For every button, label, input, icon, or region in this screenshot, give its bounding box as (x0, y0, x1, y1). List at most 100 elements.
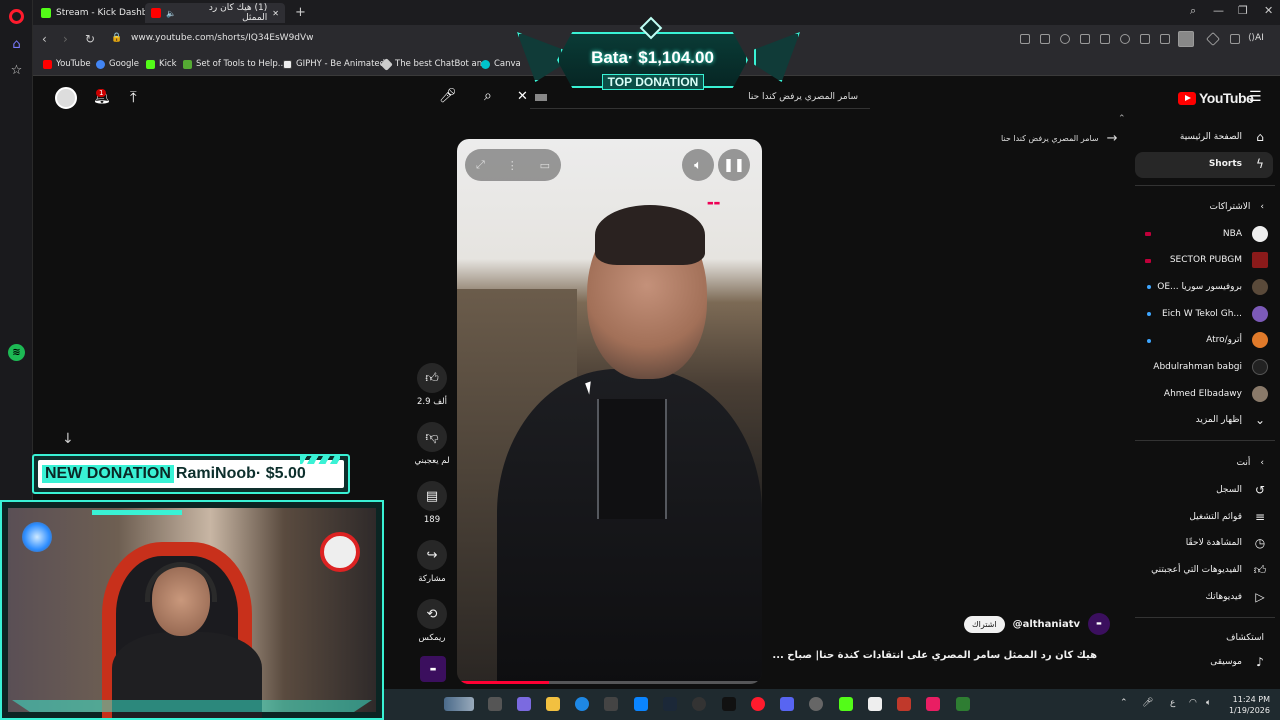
sidebar-item-ahmed-elbadawy[interactable]: Ahmed Elbadawy (1164, 382, 1268, 406)
outlook-icon[interactable] (634, 697, 648, 711)
subscriptions-header[interactable]: الاشتراكات ‹ (1210, 195, 1264, 219)
sidebar-item-watch-later[interactable]: المشاهدة لاحقًا ◷ (1186, 531, 1268, 555)
remix-button[interactable]: ⟲ ريمكس (412, 599, 452, 643)
cube-icon[interactable] (1230, 34, 1240, 44)
diamond-icon[interactable] (1205, 31, 1221, 47)
sidebar-item-atro[interactable]: Atro/أترو (1206, 328, 1268, 352)
tab-close-icon[interactable]: ✕ (272, 9, 279, 18)
scroll-up-icon[interactable]: ⌃ (1118, 114, 1126, 124)
video-title[interactable]: هيك كان رد الممثل سامر المصري على انتقاد… (772, 650, 1097, 661)
more-options-icon[interactable]: ⋮ (507, 159, 518, 172)
profile-avatar[interactable] (1178, 31, 1194, 47)
bookmark-giphy[interactable]: GIPHY - Be Animated (283, 59, 385, 69)
microphone-icon[interactable]: 🎤︎ (439, 88, 457, 104)
sidebar-item-professor-syria[interactable]: OE... بروفيسور سوريا (1157, 275, 1268, 299)
speaker-icon[interactable]: 🔈 (166, 9, 176, 18)
new-tab-icon[interactable]: + (295, 5, 306, 20)
sidebar-item-sector-pubgm[interactable]: SECTOR PUBGM (1170, 248, 1268, 272)
volume-tray-icon[interactable]: 🔈︎ (1206, 698, 1211, 708)
widgets-icon[interactable] (444, 697, 474, 711)
tab-youtube-short[interactable]: 🔈 (1) هيك كان رد الممثل ✕ (145, 3, 285, 23)
bookmark-star-icon[interactable]: ☆ (8, 62, 25, 79)
subscribe-button[interactable]: اشتراك (964, 615, 1005, 633)
download-icon[interactable] (1140, 34, 1150, 44)
pause-icon[interactable]: ❚❚ (718, 149, 750, 181)
menu-icon[interactable] (1160, 34, 1170, 44)
forward-icon[interactable]: › (63, 32, 68, 46)
sidebar-item-history[interactable]: السجل ↺ (1216, 478, 1268, 502)
store-icon[interactable] (604, 697, 618, 711)
keyboard-language[interactable]: ع (1170, 698, 1175, 708)
hamburger-menu-icon[interactable]: ☰ (1249, 89, 1262, 105)
tf-app-icon[interactable] (897, 697, 911, 711)
channel-thumbnail[interactable]: ▬ (420, 656, 446, 682)
tiktok-studio-icon[interactable] (926, 697, 940, 711)
back-to-search[interactable]: → سامر المصري يرفض كندا حنا (1001, 131, 1118, 146)
like-button[interactable]: 👍︎ 2.9 ألف (412, 363, 452, 407)
notepad-icon[interactable] (868, 697, 882, 711)
minimize-icon[interactable]: — (1213, 4, 1224, 17)
sidebar-item-your-videos[interactable]: فيديوهاتك ▷ (1206, 585, 1268, 609)
opera-logo-icon[interactable] (9, 9, 24, 24)
task-view-icon[interactable] (488, 697, 502, 711)
bookmark-youtube[interactable]: YouTube (43, 59, 91, 69)
scroll-down-icon[interactable]: ↓ (62, 431, 74, 447)
file-explorer-icon[interactable] (546, 697, 560, 711)
ai-button[interactable]: ⟨⟩AI (1248, 33, 1264, 43)
sidebar-item-shorts[interactable]: Shorts ϟ (1209, 152, 1268, 176)
sidebar-item-nba[interactable]: NBA (1223, 222, 1268, 246)
volume-icon[interactable]: 🔈︎ (682, 149, 714, 181)
obs-icon[interactable] (809, 697, 823, 711)
sidebar-item-eich-w-tekol[interactable]: Eich W Tekol Gh... (1162, 302, 1268, 326)
edit-icon[interactable] (1020, 34, 1030, 44)
opera-icon[interactable] (751, 697, 765, 711)
maximize-icon[interactable]: ❐ (1238, 4, 1248, 17)
url-field[interactable]: www.youtube.com/shorts/IQ34EsW9dVw (131, 33, 314, 43)
bookmark-google[interactable]: Google (96, 59, 139, 69)
sidebar-item-music[interactable]: موسيقى ♪ (1210, 650, 1268, 674)
search-tabs-icon[interactable]: ⌕ (1190, 4, 1196, 18)
play-icon[interactable] (1100, 34, 1110, 44)
captions-icon[interactable]: ▭ (540, 159, 550, 172)
bookmark-canva[interactable]: Canva (481, 59, 521, 69)
bookmark-tools[interactable]: Set of Tools to Help... (183, 59, 286, 69)
sidebar-item-home[interactable]: الصفحة الرئيسية ⌂ (1180, 125, 1268, 149)
home-icon[interactable]: ⌂ (8, 36, 25, 53)
heart-icon[interactable] (1120, 34, 1130, 44)
kick-app-icon[interactable] (839, 697, 853, 711)
shorts-video-player[interactable]: ▬▬ ⤢ ⋮ ▭ 🔈︎ ❚❚ (457, 139, 762, 684)
bookmark-kick[interactable]: Kick (146, 59, 177, 69)
tray-mic-icon[interactable]: 🎤︎ (1142, 698, 1153, 708)
you-header[interactable]: أنت ‹ (1237, 451, 1264, 475)
tray-chevron-icon[interactable]: ⌃ (1120, 698, 1128, 708)
sidebar-item-playlists[interactable]: قوائم التشغيل ≡ (1189, 505, 1268, 529)
sidebar-item-abdulrahman-babgi[interactable]: Abdulrahman babgi (1153, 355, 1268, 379)
bookmark-chatbot[interactable]: The best ChatBot an... (380, 57, 490, 71)
edge-icon[interactable] (575, 697, 589, 711)
channel-handle[interactable]: @althaniatv (1013, 619, 1080, 630)
video-progress-bar[interactable] (457, 681, 762, 684)
discord-icon[interactable] (780, 697, 794, 711)
tiktok-icon[interactable] (722, 697, 736, 711)
upload-icon[interactable]: ⤒ (130, 88, 137, 106)
search-icon[interactable]: ⌕ (484, 88, 492, 104)
channel-avatar[interactable]: ▬ (1088, 613, 1110, 635)
clock[interactable]: 11:24 PM 1/19/2026 (1229, 694, 1270, 716)
extension-icon[interactable] (1080, 34, 1090, 44)
steam-icon[interactable] (663, 697, 677, 711)
youtube-logo[interactable]: YouTube (1178, 90, 1254, 106)
back-icon[interactable]: ‹ (42, 32, 47, 46)
show-more-button[interactable]: إظهار المزيد ⌄ (1196, 408, 1268, 432)
sidebar-item-liked-videos[interactable]: الفيديوهات التي أعجبتني 👍︎ (1151, 558, 1268, 582)
share-button[interactable]: ↪ مشاركة (412, 540, 452, 584)
dislike-button[interactable]: 👎︎ لم يعجبني (412, 422, 452, 466)
account-avatar[interactable] (55, 87, 77, 109)
close-window-icon[interactable]: ✕ (1264, 4, 1273, 17)
keyboard-icon[interactable] (535, 94, 547, 101)
copilot-icon[interactable] (517, 697, 531, 711)
reload-icon[interactable]: ↻ (85, 32, 95, 46)
streamlabs-icon[interactable] (956, 697, 970, 711)
comments-button[interactable]: ▤ 189 (412, 481, 452, 525)
camera-icon[interactable] (1040, 34, 1050, 44)
wifi-icon[interactable]: ◠ (1189, 698, 1197, 708)
